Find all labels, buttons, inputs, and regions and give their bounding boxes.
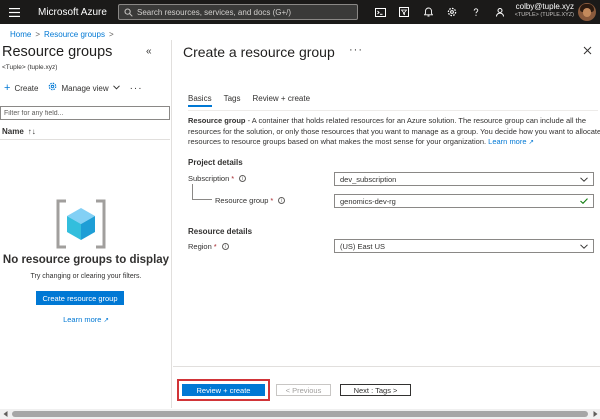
resource-details-heading: Resource details: [188, 227, 253, 236]
description-term: Resource group: [188, 116, 246, 125]
user-account[interactable]: colby@tuple.xyz <TUPLE> (TUPLE.XYZ): [515, 2, 574, 18]
learn-more-link-blade[interactable]: Learn more ↗: [488, 137, 534, 146]
column-name-label: Name: [2, 127, 24, 136]
avatar[interactable]: [578, 3, 596, 21]
column-header-name[interactable]: Name ↑↓: [0, 124, 170, 140]
scroll-left-icon[interactable]: [0, 409, 10, 419]
close-icon[interactable]: [583, 44, 592, 58]
required-mark: *: [231, 174, 235, 183]
region-label-row: Region * i: [188, 242, 229, 251]
help-icon[interactable]: [464, 0, 488, 24]
user-tenant: <TUPLE> (TUPLE.XYZ): [514, 11, 574, 18]
chevron-down-icon: [580, 242, 588, 251]
resource-groups-pane: Resource groups « <Tuple> (tuple.xyz) + …: [0, 40, 172, 408]
tab-review-create[interactable]: Review + create: [252, 94, 310, 107]
collapse-pane-button[interactable]: «: [146, 46, 152, 57]
filter-input[interactable]: [0, 106, 170, 120]
info-icon[interactable]: i: [278, 197, 286, 204]
blade-footer: Review + create < Previous Next : Tags >: [173, 366, 600, 408]
tree-connector: [192, 184, 212, 200]
empty-state-subtitle: Try changing or clearing your filters.: [30, 273, 142, 280]
resource-group-label: Resource group: [215, 196, 269, 205]
blade-more-button[interactable]: ···: [349, 44, 363, 56]
resource-group-label-row: Resource group * i: [215, 196, 286, 205]
learn-more-label: Learn more: [63, 315, 102, 324]
subscription-label-row: Subscription * i: [188, 174, 247, 183]
blade-description: Resource group - A container that holds …: [188, 116, 600, 149]
checkmark-icon: [580, 197, 588, 206]
search-input[interactable]: [137, 7, 357, 17]
required-mark: *: [213, 242, 217, 251]
scroll-right-icon[interactable]: [590, 409, 600, 419]
empty-state-title: No resource groups to display: [2, 254, 170, 266]
resource-group-field[interactable]: [334, 194, 594, 208]
breadcrumb-home[interactable]: Home: [10, 30, 31, 39]
tabs-divider: [188, 110, 598, 111]
cloud-shell-icon[interactable]: [368, 0, 392, 24]
directory-filter-icon[interactable]: [392, 0, 416, 24]
hamburger-menu-icon[interactable]: [0, 0, 28, 24]
breadcrumb: Home > Resource groups >: [10, 28, 118, 40]
gear-icon: [48, 82, 57, 94]
notifications-icon[interactable]: [416, 0, 440, 24]
review-create-highlight: Review + create: [177, 379, 270, 401]
settings-icon[interactable]: [440, 0, 464, 24]
learn-more-label-blade: Learn more: [488, 137, 527, 146]
global-search-box[interactable]: [118, 4, 358, 20]
create-resource-group-button[interactable]: Create resource group: [36, 291, 124, 305]
create-button[interactable]: + Create: [4, 81, 39, 94]
subscription-label: Subscription: [188, 174, 230, 183]
chevron-down-icon: [580, 175, 588, 184]
page-title: Resource groups: [2, 44, 113, 60]
manage-view-label: Manage view: [61, 83, 109, 93]
external-link-icon: ↗: [103, 317, 109, 324]
breadcrumb-separator-trailing: >: [108, 29, 114, 39]
review-create-button[interactable]: Review + create: [182, 384, 265, 396]
search-icon: [124, 8, 133, 17]
subscription-value: dev_subscription: [340, 174, 397, 184]
left-toolbar: + Create Manage view ···: [0, 80, 172, 96]
feedback-icon[interactable]: [488, 0, 512, 24]
external-link-icon: ↗: [528, 139, 534, 146]
info-icon[interactable]: i: [239, 175, 247, 182]
subscription-dropdown[interactable]: dev_subscription: [334, 172, 594, 186]
breadcrumb-resource-groups[interactable]: Resource groups: [44, 30, 105, 39]
learn-more-link[interactable]: Learn more ↗: [63, 315, 109, 324]
region-dropdown[interactable]: (US) East US: [334, 239, 594, 253]
plus-icon: +: [4, 81, 11, 94]
project-details-heading: Project details: [188, 158, 243, 167]
learn-more-left: Learn more ↗: [0, 315, 172, 324]
create-label: Create: [14, 83, 39, 93]
previous-button[interactable]: < Previous: [276, 384, 331, 396]
user-name: colby@tuple.xyz: [515, 2, 574, 11]
brand-title[interactable]: Microsoft Azure: [38, 7, 116, 18]
resource-group-icon: [56, 199, 106, 249]
more-actions-button[interactable]: ···: [130, 83, 143, 94]
tab-basics[interactable]: Basics: [188, 94, 212, 107]
breadcrumb-separator: >: [35, 29, 41, 39]
description-text: - A container that holds related resourc…: [188, 116, 600, 146]
chevron-down-icon: [112, 84, 120, 92]
sort-icon: ↑↓: [27, 127, 36, 136]
required-mark: *: [270, 196, 274, 205]
blade-tabs: Basics Tags Review + create: [188, 94, 322, 108]
region-label: Region: [188, 242, 212, 251]
avatar-face: [583, 8, 591, 17]
blade-title: Create a resource group: [183, 44, 335, 60]
info-icon[interactable]: i: [221, 243, 229, 250]
horizontal-scrollbar[interactable]: [0, 409, 600, 419]
manage-view-button[interactable]: Manage view: [48, 82, 120, 94]
region-value: (US) East US: [340, 241, 386, 251]
top-icons-group: [368, 0, 512, 24]
resource-group-input[interactable]: [340, 196, 580, 206]
next-tags-button[interactable]: Next : Tags >: [340, 384, 411, 396]
tab-tags[interactable]: Tags: [224, 94, 241, 107]
directory-subtitle: <Tuple> (tuple.xyz): [2, 64, 58, 71]
scrollbar-thumb[interactable]: [12, 411, 588, 417]
create-resource-group-blade: Create a resource group ··· Basics Tags …: [173, 40, 600, 408]
